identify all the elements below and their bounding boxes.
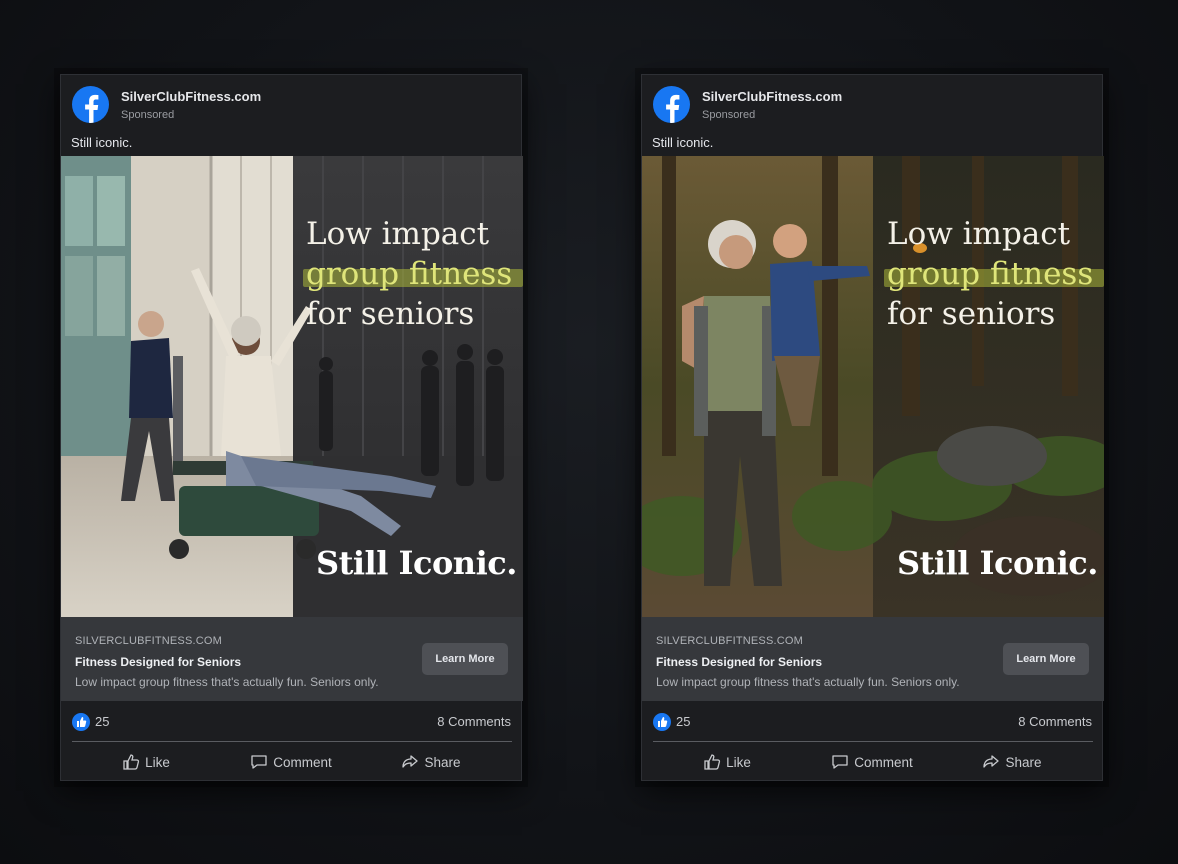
like-button[interactable]: Like xyxy=(672,743,782,781)
share-button[interactable]: Share xyxy=(376,743,486,781)
link-domain: SILVERCLUBFITNESS.COM xyxy=(656,635,804,647)
headline-line-3: for seniors xyxy=(306,296,475,332)
action-bar: Like Comment Share xyxy=(61,743,523,781)
like-count[interactable]: 25 xyxy=(95,714,109,729)
share-button[interactable]: Share xyxy=(957,743,1067,781)
divider xyxy=(72,741,512,742)
divider xyxy=(653,741,1093,742)
learn-more-button[interactable]: Learn More xyxy=(1003,643,1089,675)
share-icon xyxy=(983,755,1000,768)
like-label: Like xyxy=(145,754,170,770)
like-button[interactable]: Like xyxy=(91,743,201,781)
post-caption: Still iconic. xyxy=(652,135,714,150)
comment-label: Comment xyxy=(273,754,332,770)
like-reaction-icon[interactable] xyxy=(72,713,90,731)
reaction-stats: 25 8 Comments xyxy=(61,701,523,741)
reaction-stats: 25 8 Comments xyxy=(642,701,1104,741)
comment-label: Comment xyxy=(854,754,913,770)
post-header: SilverClubFitness.com Sponsored Still ic… xyxy=(61,75,521,155)
share-icon xyxy=(402,755,419,768)
comment-button[interactable]: Comment xyxy=(236,743,346,781)
sponsored-label: Sponsored xyxy=(702,109,756,121)
share-label: Share xyxy=(1005,754,1042,770)
sponsored-label: Sponsored xyxy=(121,109,175,121)
ad-card-forest: SilverClubFitness.com Sponsored Still ic… xyxy=(641,74,1104,781)
like-thumb-icon xyxy=(123,754,140,770)
link-description: Low impact group fitness that's actually… xyxy=(656,675,960,689)
link-title[interactable]: Fitness Designed for Seniors xyxy=(656,655,822,669)
ad-creative-image[interactable]: Low impact group fitness for seniors Sti… xyxy=(61,156,523,617)
comment-icon xyxy=(251,755,267,769)
post-caption: Still iconic. xyxy=(71,135,133,150)
comment-icon xyxy=(832,755,848,769)
headline-line-2: group fitness xyxy=(887,256,1094,292)
ad-headline: Low impact group fitness for seniors xyxy=(303,214,523,334)
like-count[interactable]: 25 xyxy=(676,714,690,729)
comment-count[interactable]: 8 Comments xyxy=(437,714,511,729)
link-domain: SILVERCLUBFITNESS.COM xyxy=(75,635,223,647)
link-description: Low impact group fitness that's actually… xyxy=(75,675,379,689)
facebook-logo-icon[interactable] xyxy=(72,86,109,123)
like-reaction-icon[interactable] xyxy=(653,713,671,731)
ad-card-airport: SilverClubFitness.com Sponsored Still ic… xyxy=(60,74,523,781)
link-preview[interactable]: SILVERCLUBFITNESS.COM Fitness Designed f… xyxy=(642,617,1104,701)
headline-line-1: Low impact xyxy=(306,216,490,252)
headline-line-2-highlighted: group fitness xyxy=(884,254,1104,294)
facebook-logo-icon[interactable] xyxy=(653,86,690,123)
action-bar: Like Comment Share xyxy=(642,743,1104,781)
post-header: SilverClubFitness.com Sponsored Still ic… xyxy=(642,75,1102,155)
ad-creative-image[interactable]: Low impact group fitness for seniors Sti… xyxy=(642,156,1104,617)
link-title[interactable]: Fitness Designed for Seniors xyxy=(75,655,241,669)
page-name[interactable]: SilverClubFitness.com xyxy=(121,89,261,104)
ad-tagline: Still Iconic. xyxy=(897,544,1098,582)
like-label: Like xyxy=(726,754,751,770)
comment-count[interactable]: 8 Comments xyxy=(1018,714,1092,729)
ad-tagline: Still Iconic. xyxy=(316,544,517,582)
learn-more-button[interactable]: Learn More xyxy=(422,643,508,675)
headline-line-1: Low impact xyxy=(887,216,1071,252)
headline-line-3: for seniors xyxy=(887,296,1056,332)
page-name[interactable]: SilverClubFitness.com xyxy=(702,89,842,104)
like-thumb-icon xyxy=(704,754,721,770)
comment-button[interactable]: Comment xyxy=(817,743,927,781)
ad-headline: Low impact group fitness for seniors xyxy=(884,214,1104,334)
headline-line-2-highlighted: group fitness xyxy=(303,254,523,294)
headline-line-2: group fitness xyxy=(306,256,513,292)
link-preview[interactable]: SILVERCLUBFITNESS.COM Fitness Designed f… xyxy=(61,617,523,701)
share-label: Share xyxy=(424,754,461,770)
